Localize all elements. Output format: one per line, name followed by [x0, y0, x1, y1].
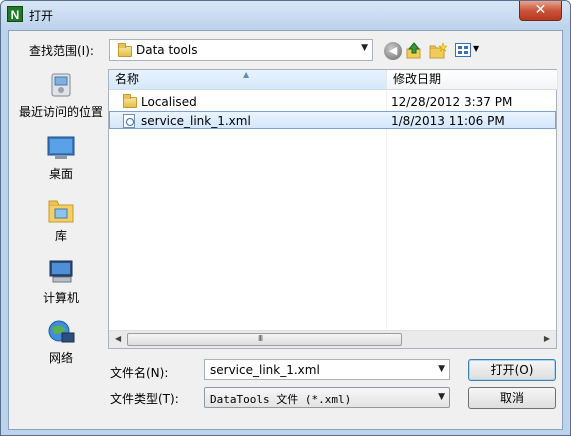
- lookin-value: Data tools: [136, 43, 198, 57]
- place-computer[interactable]: 计算机: [15, 257, 107, 309]
- folder-icon: [118, 43, 132, 57]
- column-header-modified[interactable]: 修改日期: [387, 70, 558, 90]
- lookin-dropdown[interactable]: Data tools ▼: [109, 39, 373, 61]
- places-bar: 最近访问的位置 桌面 库 计算机 网络: [15, 69, 107, 365]
- filename-label: 文件名(N):: [110, 366, 169, 380]
- column-header-label: 修改日期: [393, 72, 442, 86]
- network-icon: [48, 320, 75, 343]
- scroll-right-icon[interactable]: ▶: [544, 334, 550, 343]
- chevron-down-icon[interactable]: ▼: [438, 364, 445, 374]
- place-desktop[interactable]: 桌面: [15, 133, 107, 185]
- horizontal-scrollbar[interactable]: ◀ III ▶: [109, 330, 556, 348]
- place-network[interactable]: 网络: [15, 317, 107, 365]
- scrollbar-grip: III: [258, 334, 263, 343]
- recent-places-icon: [51, 73, 71, 97]
- place-library[interactable]: 库: [15, 195, 107, 247]
- place-label: 最近访问的位置: [18, 105, 103, 119]
- column-header-name[interactable]: ▲ 名称: [109, 70, 387, 90]
- scroll-left-icon[interactable]: ◀: [115, 334, 121, 343]
- filetype-label: 文件类型(T):: [110, 392, 179, 406]
- file-list[interactable]: ▲ 名称 修改日期 Localised 12/28/2012 3:37 PM s…: [108, 69, 558, 349]
- file-name: service_link_1.xml: [141, 114, 251, 128]
- new-folder-icon[interactable]: [429, 42, 448, 60]
- filename-input[interactable]: service_link_1.xml ▼: [204, 359, 450, 380]
- chevron-down-icon: ▼: [361, 43, 368, 53]
- file-name: Localised: [141, 95, 197, 109]
- open-file-dialog: N 打开 ✕ 查找范围(I): Data tools ▼ ◀ ▼ 最近访问的位置…: [0, 0, 571, 436]
- dialog-body: 查找范围(I): Data tools ▼ ◀ ▼ 最近访问的位置 桌面 库 计…: [8, 30, 563, 430]
- filetype-value: DataTools 文件 (*.xml): [210, 393, 352, 406]
- back-icon[interactable]: ◀: [384, 42, 402, 60]
- chevron-down-icon: ▼: [438, 392, 445, 402]
- column-header-label: 名称: [115, 72, 140, 86]
- sort-ascending-icon: ▲: [243, 70, 250, 79]
- lookin-label: 查找范围(I):: [29, 44, 94, 58]
- xml-file-icon: [123, 114, 135, 128]
- scrollbar-thumb[interactable]: III: [127, 333, 402, 346]
- close-button[interactable]: ✕: [519, 1, 562, 21]
- up-folder-icon[interactable]: [405, 42, 423, 60]
- app-icon: N: [7, 6, 23, 22]
- desktop-icon: [47, 136, 75, 159]
- view-menu-icon[interactable]: [455, 43, 471, 57]
- place-label: 库: [54, 229, 67, 243]
- chevron-down-icon[interactable]: ▼: [473, 44, 479, 53]
- cancel-button[interactable]: 取消: [468, 387, 556, 409]
- filetype-dropdown[interactable]: DataTools 文件 (*.xml) ▼: [204, 387, 450, 408]
- open-button[interactable]: 打开(O): [468, 359, 556, 381]
- title-bar[interactable]: N 打开 ✕: [1, 1, 570, 29]
- filename-value: service_link_1.xml: [210, 363, 320, 377]
- window-title: 打开: [29, 9, 54, 23]
- computer-icon: [49, 260, 73, 283]
- list-item[interactable]: Localised 12/28/2012 3:37 PM: [109, 93, 556, 111]
- folder-icon: [123, 94, 137, 108]
- list-item[interactable]: service_link_1.xml 1/8/2013 11:06 PM: [109, 111, 556, 129]
- file-modified: 12/28/2012 3:37 PM: [391, 95, 513, 109]
- place-label: 计算机: [42, 291, 79, 305]
- place-label: 桌面: [48, 167, 73, 181]
- library-icon: [48, 200, 74, 223]
- file-modified: 1/8/2013 11:06 PM: [391, 114, 505, 128]
- place-recent[interactable]: 最近访问的位置: [15, 69, 107, 123]
- place-label: 网络: [48, 351, 73, 365]
